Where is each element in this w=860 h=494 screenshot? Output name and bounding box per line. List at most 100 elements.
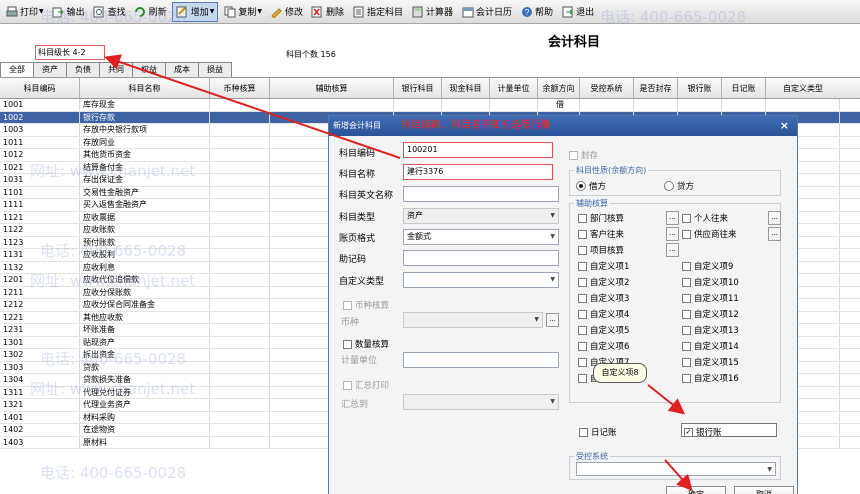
aux-right-checkbox[interactable]: 自定义项14 — [682, 340, 739, 352]
qty-acct-checkbox[interactable]: 数量核算 — [343, 338, 389, 350]
aux-left-checkbox[interactable]: 客户往来 — [578, 228, 624, 240]
cell-name: 应收票据 — [80, 211, 210, 223]
edit-button[interactable]: 修改 — [267, 2, 306, 22]
col-cash-account[interactable]: 现金科目 — [442, 78, 490, 98]
customer-browse-button[interactable]: ... — [666, 227, 679, 241]
calculator-button[interactable]: 计算器 — [408, 2, 456, 22]
aux-right-checkbox[interactable]: 自定义项15 — [682, 356, 739, 368]
col-bank-book[interactable]: 银行账 — [678, 78, 722, 98]
export-button[interactable]: 输出 — [49, 2, 88, 22]
assign-account-button[interactable]: 指定科目 — [349, 2, 406, 22]
person-browse-button[interactable]: ... — [768, 211, 781, 225]
aux-left-checkbox[interactable]: 自定义项1 — [578, 260, 629, 272]
currency-select[interactable]: ▼ — [403, 312, 543, 328]
col-unit[interactable]: 计量单位 — [490, 78, 538, 98]
controlled-title: 受控系统 — [574, 451, 610, 462]
supplier-browse-button[interactable]: ... — [768, 227, 781, 241]
search-button[interactable]: 查找 — [90, 2, 129, 22]
aux-left-checkbox[interactable]: 自定义项6 — [578, 340, 629, 352]
cell-code: 1201 — [0, 274, 80, 286]
account-type-select[interactable]: 资产 ▼ — [403, 208, 559, 224]
print-button[interactable]: 打印 ▼ — [2, 2, 47, 22]
table-cell — [210, 336, 270, 348]
tab-all[interactable]: 全部 — [0, 62, 34, 77]
exit-button[interactable]: 退出 — [558, 2, 597, 22]
account-code-input[interactable]: 100201 — [403, 142, 553, 158]
currency-acct-checkbox[interactable]: 币种核算 — [343, 299, 389, 311]
col-code[interactable]: 科目编码 — [0, 78, 80, 98]
close-icon[interactable]: × — [780, 116, 789, 136]
aux-left-checkbox[interactable]: 自定义项4 — [578, 308, 629, 320]
account-count-info: 科目个数 156 — [286, 49, 336, 60]
aux-right-checkbox[interactable]: 自定义项13 — [682, 324, 739, 336]
table-cell — [210, 311, 270, 323]
cell-name: 在途物资 — [80, 424, 210, 436]
col-controlled[interactable]: 受控系统 — [580, 78, 634, 98]
tab-cost[interactable]: 成本 — [165, 62, 199, 77]
dept-browse-button[interactable]: ... — [666, 211, 679, 225]
aux-left-checkbox[interactable]: 部门核算 — [578, 212, 624, 224]
refresh-button[interactable]: 刷新 — [131, 2, 170, 22]
aux-right-checkbox[interactable]: 自定义项16 — [682, 372, 739, 384]
col-sealed[interactable]: 是否封存 — [634, 78, 678, 98]
tab-common[interactable]: 共同 — [99, 62, 133, 77]
project-browse-button[interactable]: ... — [666, 243, 679, 257]
currency-acct-label: 币种核算 — [355, 301, 390, 311]
aux-right-checkbox[interactable]: 自定义项11 — [682, 292, 739, 304]
copy-button[interactable]: 复制 ▼ — [220, 2, 265, 22]
ok-button[interactable]: 确定 — [666, 486, 726, 494]
aux-right-checkbox[interactable]: 自定义项12 — [682, 308, 739, 320]
aux-right-checkbox[interactable]: 自定义项10 — [682, 276, 739, 288]
summary-print-checkbox[interactable]: 汇总打印 — [343, 379, 389, 391]
aux-left-checkbox[interactable]: 自定义项3 — [578, 292, 629, 304]
add-button[interactable]: 增加 ▼ — [171, 1, 219, 22]
aux-right-checkbox[interactable]: 自定义项9 — [682, 260, 733, 272]
col-custom-type[interactable]: 自定义类型 — [766, 78, 840, 98]
cell-name: 代理业务资产 — [80, 399, 210, 411]
col-aux[interactable]: 辅助核算 — [270, 78, 394, 98]
credit-radio[interactable]: 贷方 — [664, 180, 694, 192]
chevron-down-icon: ▼ — [550, 398, 555, 405]
cell-name: 应收账款 — [80, 224, 210, 236]
english-name-input[interactable] — [403, 186, 559, 202]
tab-equity[interactable]: 权益 — [132, 62, 166, 77]
col-journal[interactable]: 日记账 — [722, 78, 766, 98]
aux-right-checkbox[interactable]: 个人往来 — [682, 212, 728, 224]
tooltip: 自定义项8 — [593, 363, 647, 383]
debit-radio[interactable]: 借方 — [576, 180, 606, 192]
cancel-button[interactable]: 取消 — [734, 486, 794, 494]
help-button[interactable]: ? 帮助 — [517, 2, 556, 22]
table-row[interactable]: 1001 库存现金 借 — [0, 99, 860, 112]
summary-to-select[interactable]: ▼ — [403, 394, 559, 410]
bank-book-checkbox[interactable]: ✓ 银行账 — [684, 426, 722, 438]
page-format-select[interactable]: 金额式 ▼ — [403, 229, 559, 245]
edit-icon — [270, 5, 283, 18]
aux-left-checkbox[interactable]: 自定义项2 — [578, 276, 629, 288]
controlled-system-select[interactable]: ▼ — [576, 462, 776, 476]
tab-liabilities[interactable]: 负债 — [66, 62, 100, 77]
col-name[interactable]: 科目名称 — [80, 78, 210, 98]
aux-left-checkbox[interactable]: 项目核算 — [578, 244, 624, 256]
delete-button[interactable]: 删除 — [308, 2, 347, 22]
aux-right-checkbox[interactable]: 供应商往来 — [682, 228, 737, 240]
mnemonic-input[interactable] — [403, 250, 559, 266]
cell-code: 1121 — [0, 211, 80, 223]
currency-browse-button[interactable]: ... — [546, 313, 559, 327]
table-cell — [442, 99, 490, 111]
cell-code: 1012 — [0, 149, 80, 161]
aux-left-checkbox[interactable]: 自定义项5 — [578, 324, 629, 336]
account-name-input[interactable]: 建行3376 — [403, 164, 553, 180]
col-currency[interactable]: 币种核算 — [210, 78, 270, 98]
col-balance-dir[interactable]: 余额方向 — [538, 78, 580, 98]
cell-code: 1304 — [0, 374, 80, 386]
table-cell — [210, 374, 270, 386]
table-cell — [210, 386, 270, 398]
tab-profit-loss[interactable]: 损益 — [198, 62, 232, 77]
col-bank-account[interactable]: 银行科目 — [394, 78, 442, 98]
tab-assets[interactable]: 资产 — [33, 62, 67, 77]
sealed-checkbox[interactable]: 封存 — [569, 149, 598, 161]
custom-type-select[interactable]: ▼ — [403, 272, 559, 288]
calendar-button[interactable]: 会计日历 — [458, 2, 515, 22]
journal-checkbox[interactable]: 日记账 — [579, 426, 617, 438]
unit-input[interactable] — [403, 352, 559, 368]
